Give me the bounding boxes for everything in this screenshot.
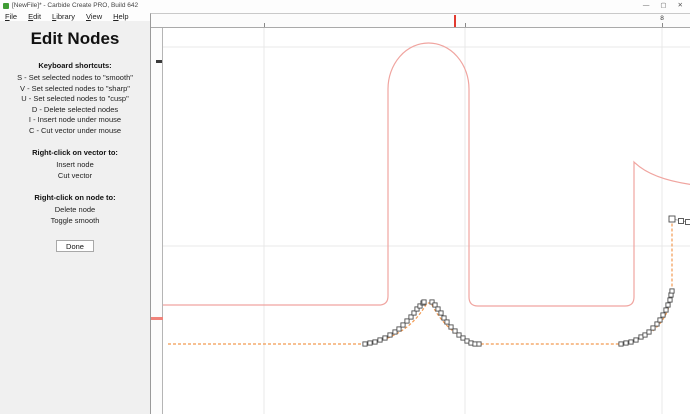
- vector-drawing: [151, 14, 690, 414]
- menu-item-view[interactable]: View: [86, 12, 102, 21]
- menu-item-file[interactable]: File: [5, 12, 17, 21]
- page-title: Edit Nodes: [0, 29, 150, 49]
- node-handle[interactable]: [679, 219, 684, 224]
- menu-item-edit[interactable]: Edit: [28, 12, 41, 21]
- shortcut-line: Toggle smooth: [0, 216, 150, 227]
- node-handle[interactable]: [619, 342, 623, 346]
- vector-path[interactable]: [163, 43, 690, 306]
- node-handle[interactable]: [629, 340, 633, 344]
- maximize-button[interactable]: ▢: [660, 0, 666, 11]
- node-handle[interactable]: [669, 216, 675, 222]
- node-handle[interactable]: [670, 289, 674, 293]
- vertical-ruler: [151, 28, 163, 414]
- node-handle[interactable]: [363, 342, 367, 346]
- close-button[interactable]: ✕: [678, 0, 683, 11]
- section-heading: Right-click on node to:: [0, 193, 150, 202]
- node-handle[interactable]: [666, 303, 670, 307]
- node-handle[interactable]: [383, 336, 387, 340]
- node-handle[interactable]: [368, 341, 372, 345]
- horizontal-ruler: 8: [151, 14, 690, 28]
- node-handle[interactable]: [658, 318, 662, 322]
- node-handle[interactable]: [668, 298, 672, 302]
- titlebar: [NewFile]* - Carbide Create PRO, Build 6…: [0, 0, 690, 11]
- ruler-cursor-indicator: [151, 317, 163, 320]
- window-title: [NewFile]* - Carbide Create PRO, Build 6…: [12, 2, 643, 9]
- shortcut-line: S - Set selected nodes to "smooth": [0, 73, 150, 84]
- menu-item-library[interactable]: Library: [52, 12, 75, 21]
- ruler-tick: [465, 23, 466, 27]
- ruler-tick: [264, 23, 265, 27]
- shortcut-section: Right-click on node to: Delete nodeToggle…: [0, 193, 150, 226]
- node-handle[interactable]: [477, 342, 481, 346]
- shortcut-line: Insert node: [0, 160, 150, 171]
- ruler-origin-marker: [156, 60, 162, 63]
- selected-vector-path[interactable]: [168, 221, 672, 344]
- ruler-cursor-indicator: [454, 15, 456, 27]
- node-handle[interactable]: [388, 333, 392, 337]
- shortcut-line: V - Set selected nodes to "sharp": [0, 84, 150, 95]
- shortcut-line: I - Insert node under mouse: [0, 115, 150, 126]
- node-handle[interactable]: [422, 300, 426, 304]
- node-handle[interactable]: [373, 340, 377, 344]
- node-handle[interactable]: [664, 308, 668, 312]
- shortcut-line: U - Set selected nodes to "cusp": [0, 94, 150, 105]
- node-handle[interactable]: [445, 320, 449, 324]
- shortcut-line: Delete node: [0, 205, 150, 216]
- section-heading: Keyboard shortcuts:: [0, 61, 150, 70]
- shortcut-line: D - Delete selected nodes: [0, 105, 150, 116]
- menu-item-help[interactable]: Help: [113, 12, 128, 21]
- node-handle[interactable]: [378, 338, 382, 342]
- shortcut-line: C - Cut vector under mouse: [0, 126, 150, 137]
- minimize-button[interactable]: —: [643, 0, 650, 11]
- node-handle[interactable]: [624, 341, 628, 345]
- canvas-area[interactable]: 8: [150, 13, 690, 414]
- node-handle[interactable]: [439, 311, 443, 315]
- shortcut-line: Cut vector: [0, 171, 150, 182]
- ruler-tick-label: 8: [660, 15, 664, 22]
- shortcut-section: Right-click on vector to: Insert nodeCut …: [0, 148, 150, 181]
- edit-nodes-panel: Edit Nodes Keyboard shortcuts: S - Set se…: [0, 21, 150, 414]
- node-handle[interactable]: [634, 338, 638, 342]
- shortcut-section: Keyboard shortcuts: S - Set selected node…: [0, 61, 150, 136]
- app-window: [NewFile]* - Carbide Create PRO, Build 6…: [0, 0, 690, 414]
- node-handle[interactable]: [661, 313, 665, 317]
- done-button[interactable]: Done: [56, 240, 94, 252]
- node-handle[interactable]: [686, 220, 690, 225]
- app-icon: [3, 3, 9, 9]
- ruler-tick: [662, 23, 663, 27]
- section-heading: Right-click on vector to:: [0, 148, 150, 157]
